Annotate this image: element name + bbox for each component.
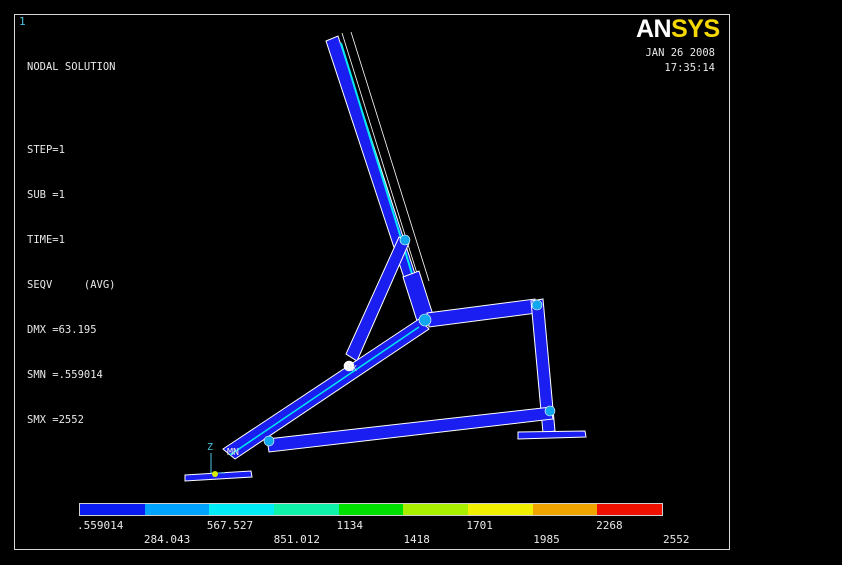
legend-swatch (209, 504, 275, 515)
lower-tie-member (266, 406, 554, 453)
legend-swatch (80, 504, 145, 515)
right-base-plate (517, 430, 587, 440)
mx-marker: MX (347, 364, 357, 373)
legend-label-bottom: 284.043 (143, 533, 191, 546)
frame-members (184, 35, 587, 482)
legend-label-top: 1701 (466, 519, 493, 532)
legend-label-bottom: 1418 (403, 533, 430, 546)
undeformed-outline (336, 31, 430, 284)
legend-label-top: 2268 (596, 519, 623, 532)
legend-label-bottom: 2552 (663, 533, 690, 546)
legend-swatch (532, 504, 598, 515)
legend-swatch (338, 504, 404, 515)
triad-z-label: Z (207, 442, 213, 453)
top-beam-member (426, 298, 538, 328)
legend-label-top: 1134 (336, 519, 364, 532)
legend-swatch (468, 504, 533, 515)
legend-swatch (403, 504, 469, 515)
frame-model-plot[interactable]: Z MN MX (15, 15, 729, 549)
legend-swatch (597, 504, 663, 515)
legend-swatch (274, 504, 339, 515)
legend-label-bottom: 851.012 (273, 533, 321, 546)
legend-label-top: 567.527 (206, 519, 254, 532)
legend-swatch (144, 504, 210, 515)
legend-label-top: .559014 (77, 519, 124, 532)
legend-color-bar (79, 503, 663, 516)
legend-label-bottom: 1985 (533, 533, 560, 546)
mn-marker: MN (227, 447, 239, 458)
graphics-viewport[interactable]: 1 NODAL SOLUTION STEP=1 SUB =1 TIME=1 SE… (14, 14, 730, 550)
contour-legend: .559014 567.527 1134 1701 2268 284.043 851.012… (77, 503, 690, 546)
